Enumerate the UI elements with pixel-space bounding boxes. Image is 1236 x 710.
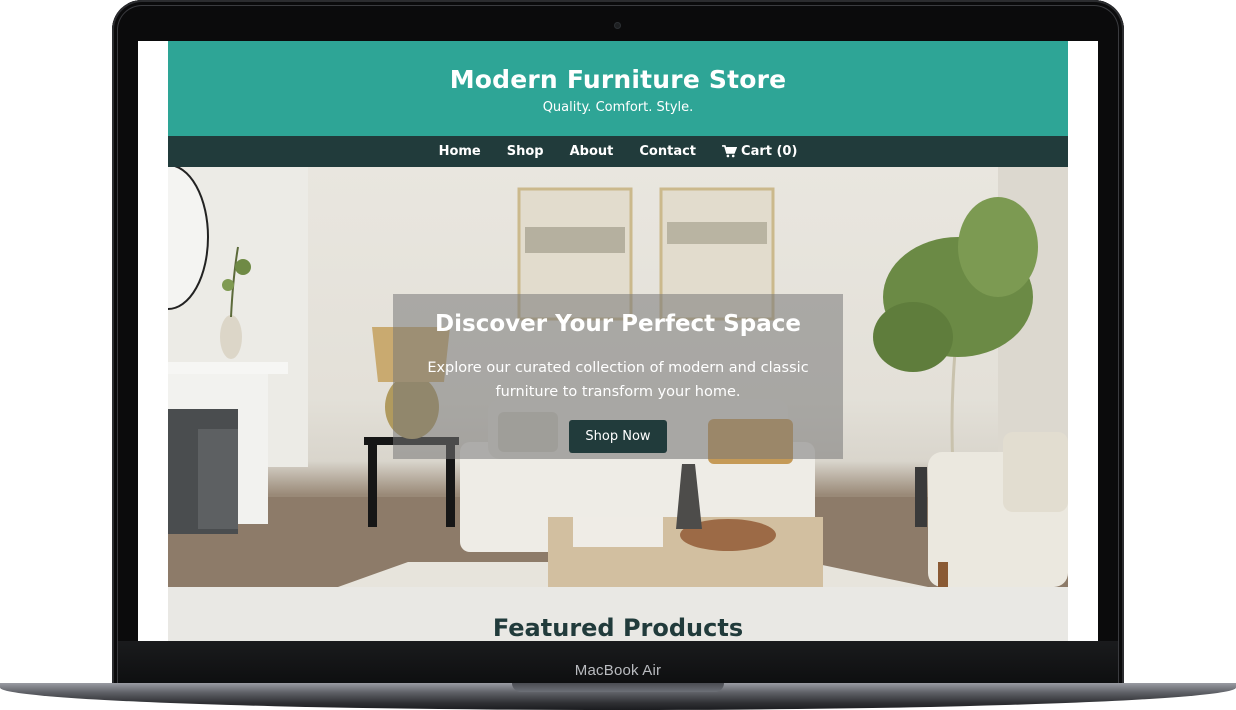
hero-banner: Discover Your Perfect Space Explore our …	[168, 167, 1068, 587]
nav-about[interactable]: About	[570, 144, 614, 159]
web-page: Modern Furniture Store Quality. Comfort.…	[168, 41, 1068, 641]
shopping-cart-icon	[722, 145, 738, 158]
browser-screen: Modern Furniture Store Quality. Comfort.…	[138, 41, 1098, 641]
hero-overlay: Discover Your Perfect Space Explore our …	[393, 294, 843, 459]
shop-now-button[interactable]: Shop Now	[569, 420, 667, 453]
featured-products-heading: Featured Products	[492, 614, 744, 641]
nav-cart[interactable]: Cart (0)	[722, 144, 797, 159]
nav-home[interactable]: Home	[439, 144, 481, 159]
nav-shop[interactable]: Shop	[507, 144, 544, 159]
site-header: Modern Furniture Store Quality. Comfort.…	[168, 41, 1068, 136]
main-nav: Home Shop About Contact Cart (0)	[168, 136, 1068, 167]
hero-title: Discover Your Perfect Space	[435, 311, 801, 337]
device-label: MacBook Air	[574, 662, 662, 679]
laptop-hinge-notch	[512, 683, 724, 692]
site-tagline: Quality. Comfort. Style.	[542, 100, 694, 115]
nav-contact[interactable]: Contact	[639, 144, 696, 159]
camera-icon	[614, 22, 621, 29]
site-title: Modern Furniture Store	[449, 65, 787, 94]
hero-description: Explore our curated collection of modern…	[427, 360, 809, 400]
cart-label: Cart (0)	[741, 144, 798, 159]
